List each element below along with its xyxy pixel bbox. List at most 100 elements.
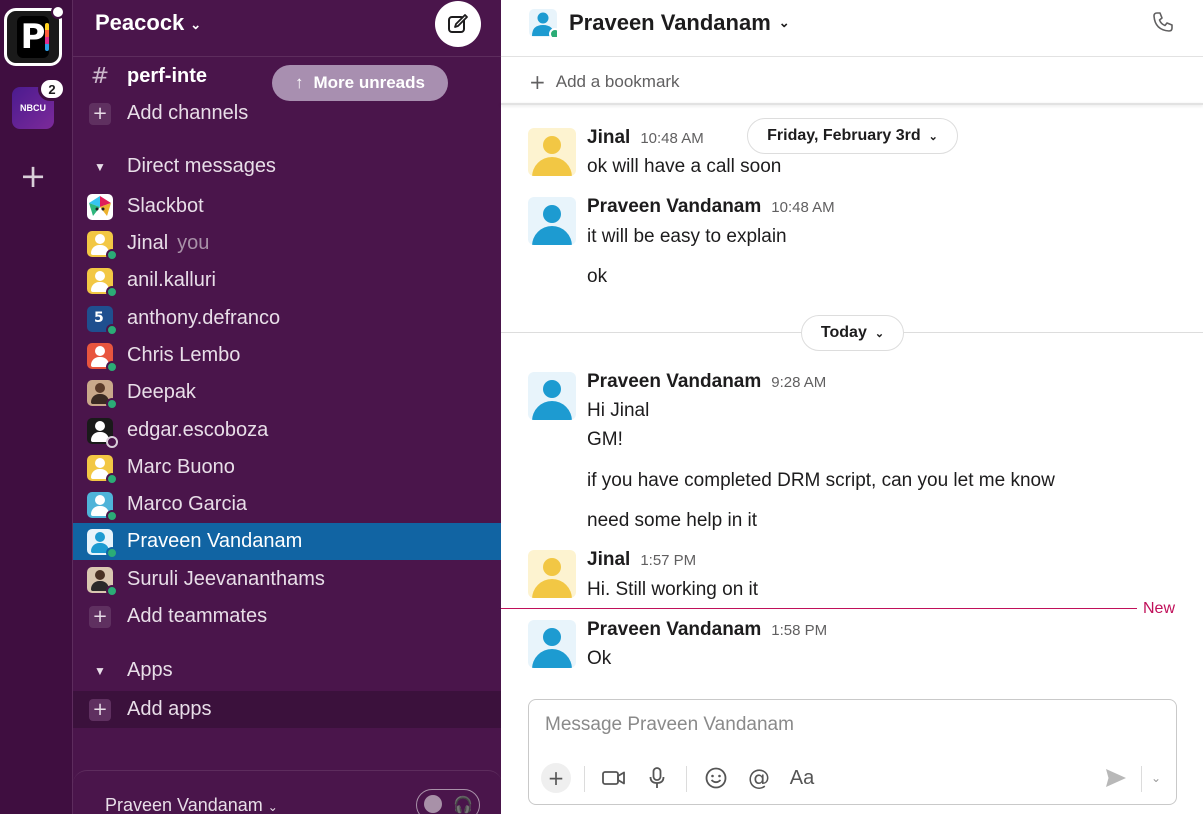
send-icon[interactable] [1101,763,1131,793]
message-header: Praveen Vandanam 9:28 AM [587,371,826,393]
add-teammates-button[interactable]: + Add teammates [73,598,502,635]
message-avatar[interactable] [528,620,576,668]
caret-down-icon: ▼ [94,663,106,678]
date-jump-button[interactable]: Friday, February 3rd ⌄ [747,118,958,154]
message-avatar[interactable] [528,197,576,245]
user-avatar-icon [87,342,118,373]
emoji-icon[interactable] [701,763,731,793]
format-text-label: Aa [789,766,815,789]
presence-active-icon [106,472,118,485]
message-text: ok will have a call soon [587,156,782,177]
huddle-toggle[interactable]: 🎧 [416,789,480,814]
mention-icon[interactable]: @ [744,763,774,793]
user-avatar-icon [87,454,118,485]
sidebar-item-marco-garcia[interactable]: Marco Garcia [73,486,502,523]
chevron-down-icon: ⌄ [190,16,202,32]
hash-icon: # [90,64,110,89]
message-text: it will be easy to explain [587,226,787,247]
send-options-chevron-icon[interactable]: ⌄ [1141,763,1171,793]
sidebar-item-slackbot[interactable]: Slackbot [73,188,502,225]
compose-button[interactable] [435,1,481,47]
add-apps-button[interactable]: + Add apps [73,691,502,728]
toolbar-divider [686,766,687,792]
caret-down-icon: ▼ [94,159,106,174]
user-avatar-icon [87,230,118,261]
sidebar-header: Peacock ⌄ [73,0,502,57]
message-avatar[interactable] [528,128,576,176]
add-bookmark-button[interactable]: + Add a bookmark [529,70,680,94]
plus-icon: + [89,605,111,628]
format-text-button[interactable]: Aa [787,763,817,793]
peacock-dots-logo [45,23,49,51]
message-timestamp[interactable]: 10:48 AM [640,130,703,147]
workspace-peacock-button[interactable]: P [4,5,65,66]
current-user-button[interactable]: Praveen Vandanam ⌄ [105,795,278,814]
status-dot-icon [51,5,65,19]
presence-away-icon [106,435,118,448]
video-clip-icon[interactable] [599,763,629,793]
add-teammates-label: Add teammates [127,605,268,627]
message-avatar[interactable] [528,550,576,598]
chevron-down-icon: ⌄ [928,130,938,143]
microphone-icon[interactable] [642,763,672,793]
presence-active-icon [106,285,118,298]
message-author[interactable]: Praveen Vandanam [587,196,761,218]
add-apps-label: Add apps [127,698,212,720]
message-author[interactable]: Praveen Vandanam [587,619,761,641]
message-timestamp[interactable]: 1:57 PM [640,552,696,569]
phone-icon[interactable] [1151,10,1175,34]
message-author[interactable]: Jinal [587,549,630,571]
dm-name: Praveen Vandanam [127,530,303,552]
message-timestamp[interactable]: 9:28 AM [771,374,826,391]
message-input[interactable] [545,714,1145,736]
presence-active-icon [106,323,118,336]
dm-name: Chris Lembo [127,344,241,366]
bookmark-bar-divider [501,103,1203,105]
sidebar-item-praveen-vandanam[interactable]: Praveen Vandanam [73,523,502,560]
dm-you-label: you [177,232,210,254]
apps-section-toggle[interactable]: ▼ Apps [73,652,502,689]
sidebar-item-suruli-jeevananthams[interactable]: Suruli Jeevananthams [73,561,502,598]
attach-plus-icon[interactable]: + [541,763,571,793]
toggle-knob-icon [424,795,442,813]
channel-title-button[interactable]: Praveen Vandanam ⌄ [569,10,790,36]
message-header: Praveen Vandanam 10:48 AM [587,196,835,218]
plus-icon: + [89,698,111,721]
message-header: Jinal 10:48 AM [587,127,704,149]
workspace-name-button[interactable]: Peacock ⌄ [95,10,201,36]
sidebar-item-edgar-escoboza[interactable]: edgar.escoboza [73,412,502,449]
direct-messages-section-toggle[interactable]: ▼ Direct messages [73,148,502,185]
message-text: Ok [587,648,612,669]
sidebar-item-anil-kalluri[interactable]: anil.kalluri [73,262,502,299]
sidebar: Peacock ⌄ # perf-inte ↑ More unreads + A… [72,0,566,814]
add-channels-button[interactable]: + Add channels [73,95,502,132]
date-jump-button[interactable]: Today ⌄ [801,315,904,351]
slackbot-avatar-icon [87,193,113,220]
dm-name: anil.kalluri [127,269,216,291]
message-author[interactable]: Praveen Vandanam [587,371,761,393]
chevron-down-icon: ⌄ [874,327,885,340]
message-avatar[interactable] [528,372,576,420]
message-timestamp[interactable]: 1:58 PM [771,622,827,639]
new-messages-divider [501,608,1137,609]
user-avatar-icon [529,9,557,37]
plus-icon: + [529,70,546,94]
message-author[interactable]: Jinal [587,127,630,149]
sidebar-item-anthony-defranco[interactable]: 5 anthony.defranco [73,300,502,337]
sidebar-item-marc-buono[interactable]: Marc Buono [73,449,502,486]
sidebar-item-jinal[interactable]: Jinal you [73,225,502,262]
workspace-rail: P NBCU 2 + [0,0,72,814]
presence-active-icon [106,509,118,522]
user-photo-avatar-icon [87,379,118,410]
sidebar-item-chris-lembo[interactable]: Chris Lembo [73,337,502,374]
toolbar-divider [584,766,585,792]
sidebar-item-deepak[interactable]: Deepak [73,374,502,411]
current-user-name: Praveen Vandanam [105,795,263,814]
message-timestamp[interactable]: 10:48 AM [771,199,834,216]
conversation-pane: Praveen Vandanam ⌄ + Add a bookmark Frid… [501,0,1203,814]
date-label: Friday, February 3rd [767,127,921,144]
add-channels-label: Add channels [127,102,249,124]
dm-name: edgar.escoboza [127,419,269,441]
add-workspace-plus-icon[interactable]: + [16,160,50,194]
arrow-up-icon: ↑ [295,73,304,92]
